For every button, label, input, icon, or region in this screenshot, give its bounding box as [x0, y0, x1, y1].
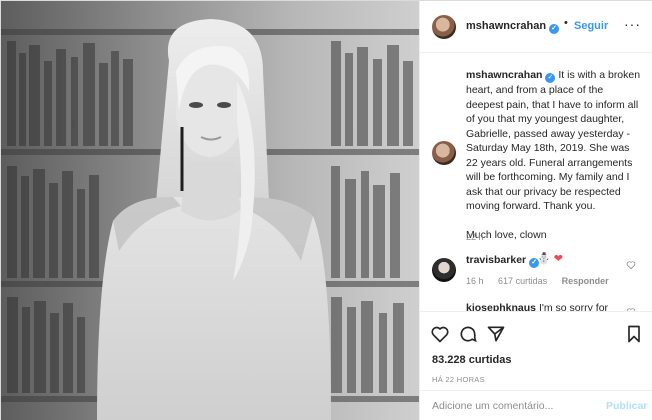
verified-badge-icon: ✓ — [545, 73, 556, 83]
more-options-icon[interactable]: ··· — [624, 16, 641, 32]
comment-username[interactable]: kjosephknaus — [466, 302, 536, 311]
author-avatar[interactable] — [432, 15, 456, 39]
comment-text: ⛄ ❤ — [537, 252, 563, 265]
caption-author-avatar[interactable] — [432, 141, 456, 165]
author-username[interactable]: mshawncrahan ✓ — [466, 20, 560, 34]
commenter-avatar[interactable] — [432, 258, 456, 282]
caption-username[interactable]: mshawncrahan — [466, 69, 542, 81]
comment-meta: 16 h 617 curtidas Responder — [466, 276, 621, 286]
comments-list[interactable]: mshawncrahan ✓ It is with a broken heart,… — [420, 53, 652, 311]
comment-username[interactable]: travisbarker ✓ — [466, 254, 540, 268]
instagram-post-window: mshawncrahan ✓ • Seguir ··· mshawncrahan ✓… — [0, 0, 652, 420]
bookmark-icon[interactable] — [624, 324, 644, 344]
share-icon[interactable] — [486, 324, 506, 344]
post-actions: 83.228 curtidas HÁ 22 HORAS Adicione um … — [420, 311, 652, 420]
caption-sign-off: Much love, clown — [466, 228, 547, 241]
publish-button[interactable]: Publicar — [606, 400, 647, 412]
heart-icon[interactable] — [430, 324, 450, 344]
reply-button[interactable]: Responder — [562, 276, 609, 286]
verified-badge-icon: ✓ — [549, 24, 560, 34]
heart-icon[interactable] — [626, 260, 636, 270]
follow-button[interactable]: Seguir — [574, 20, 608, 32]
red-heart-emoji: ❤ — [553, 253, 563, 265]
caption-text: It is with a broken heart, and from a pl… — [466, 69, 641, 212]
add-comment-bar: Adicione um comentário... Publicar — [420, 390, 652, 420]
snowman-emoji: ⛄ — [537, 253, 551, 265]
comment-preview: kjosephknaus I'm so sorry for — [466, 302, 608, 311]
likes-count[interactable]: 83.228 curtidas — [432, 354, 512, 366]
post-side-panel: mshawncrahan ✓ • Seguir ··· mshawncrahan ✓… — [419, 1, 652, 420]
post-caption: mshawncrahan ✓ It is with a broken heart,… — [466, 68, 642, 242]
comment-input[interactable]: Adicione um comentário... — [432, 400, 553, 412]
comment-likes[interactable]: 617 curtidas — [498, 276, 547, 286]
post-timestamp[interactable]: HÁ 22 HORAS — [432, 375, 485, 384]
post-header: mshawncrahan ✓ • Seguir ··· — [420, 1, 652, 53]
bw-portrait-in-library — [1, 1, 419, 420]
author-username-text[interactable]: mshawncrahan — [466, 20, 546, 32]
comment-time[interactable]: 16 h — [466, 276, 484, 286]
comment-text: I'm so sorry for — [538, 302, 609, 311]
header-separator: • — [564, 17, 568, 29]
caption-timestamp[interactable]: 22 h — [466, 232, 484, 242]
comment-icon[interactable] — [458, 324, 478, 344]
post-photo[interactable] — [1, 1, 419, 420]
